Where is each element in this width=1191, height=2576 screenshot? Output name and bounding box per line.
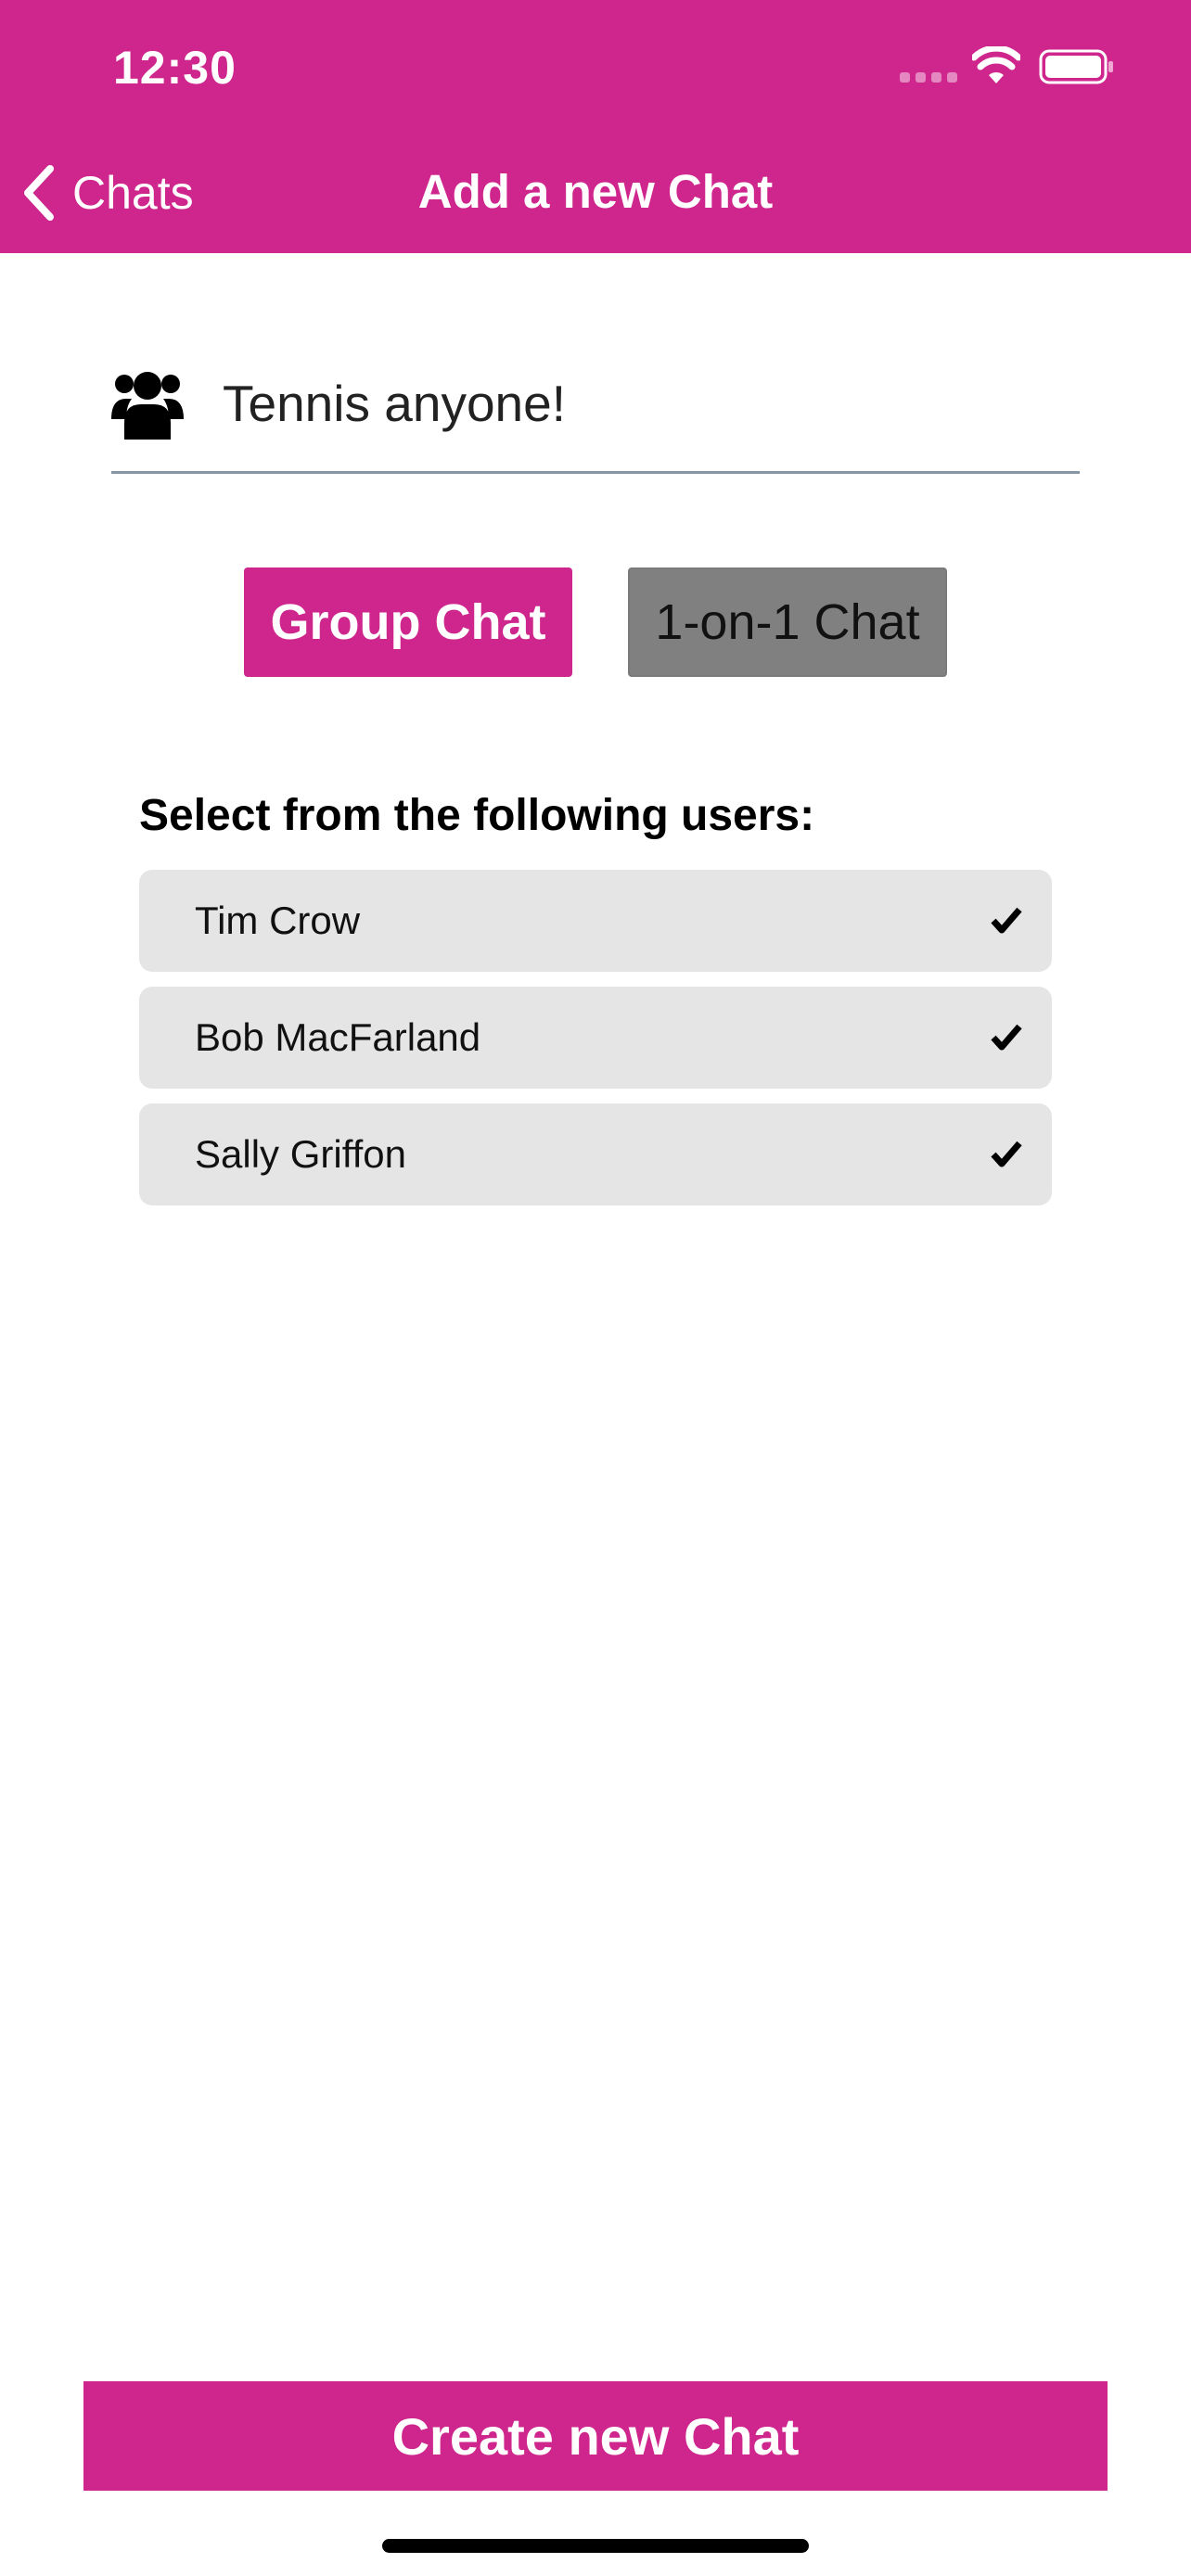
checkmark-icon [991, 1024, 1022, 1051]
status-time: 12:30 [113, 42, 237, 94]
user-list-item[interactable]: Bob MacFarland [139, 987, 1052, 1089]
user-name: Tim Crow [195, 899, 361, 942]
user-list-item[interactable]: Tim Crow [139, 870, 1052, 972]
nav-header: 12:30 Chats Add a new Chat [0, 0, 1191, 253]
battery-icon [1039, 49, 1113, 84]
wifi-icon [972, 46, 1020, 83]
create-chat-button[interactable]: Create new Chat [83, 2381, 1108, 2491]
checkmark-icon [991, 1141, 1022, 1167]
user-name: Sally Griffon [195, 1132, 406, 1176]
chat-name-input[interactable] [223, 362, 1057, 445]
user-name: Bob MacFarland [195, 1015, 481, 1059]
chat-name-field [111, 352, 1080, 474]
users-group-icon [111, 372, 184, 440]
checkmark-icon [991, 907, 1022, 934]
home-indicator[interactable] [382, 2539, 809, 2553]
cellular-signal-icon [900, 72, 957, 83]
one-on-one-chat-button[interactable]: 1-on-1 Chat [628, 567, 947, 677]
page-title: Add a new Chat [417, 165, 774, 218]
user-list: Tim Crow Bob MacFarland Sally Griffon [139, 870, 1052, 1220]
users-section-label: Select from the following users: [139, 791, 815, 840]
user-list-item[interactable]: Sally Griffon [139, 1103, 1052, 1205]
group-chat-button[interactable]: Group Chat [244, 567, 572, 677]
